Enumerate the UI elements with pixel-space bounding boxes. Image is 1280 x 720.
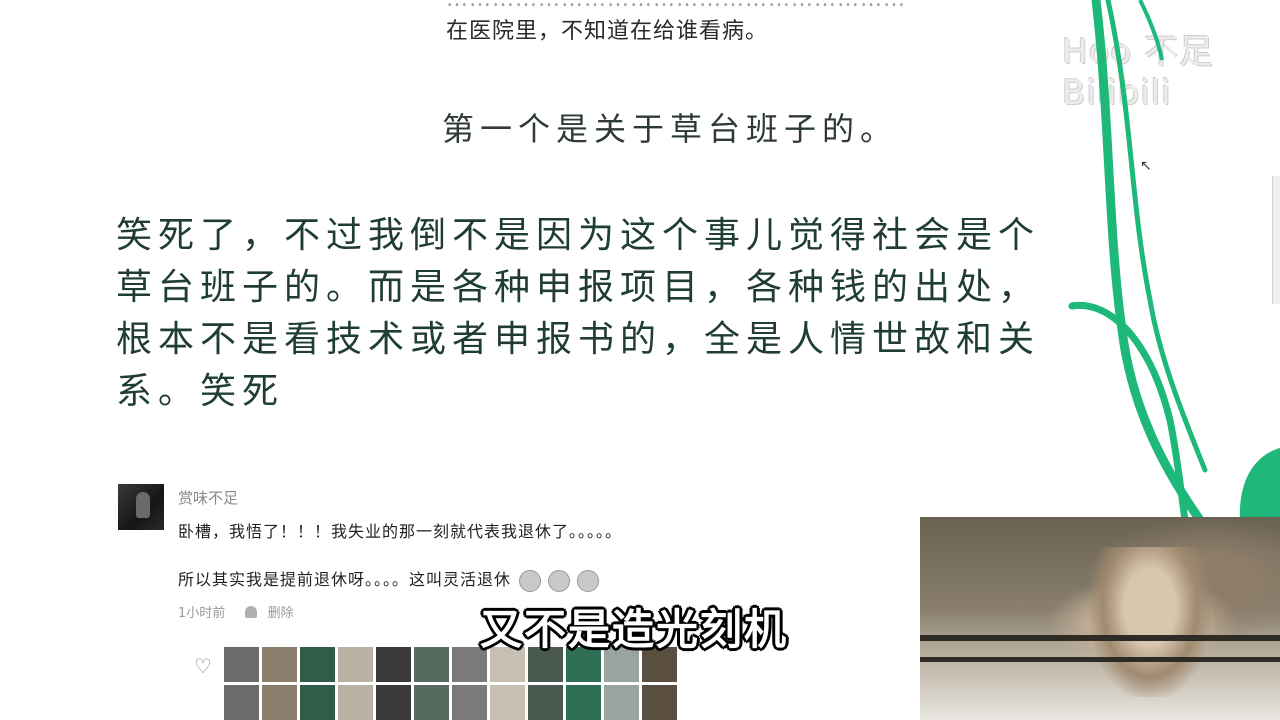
liker-avatar[interactable]	[414, 685, 449, 720]
delete-button[interactable]: 删除	[268, 606, 294, 621]
fence-rail	[920, 635, 1280, 641]
liker-avatar[interactable]	[262, 685, 297, 720]
scrollbar[interactable]	[1272, 176, 1280, 304]
liker-avatar[interactable]	[604, 685, 639, 720]
liker-avatar[interactable]	[224, 647, 259, 682]
liker-avatar[interactable]	[642, 685, 677, 720]
cat-emoji-icon	[577, 569, 600, 592]
heart-icon[interactable]: ♡	[194, 654, 212, 678]
liker-avatar[interactable]	[452, 685, 487, 720]
liker-avatar[interactable]	[300, 685, 335, 720]
comment-line-2-text: 所以其实我是提前退休呀。。。。这叫灵活退休	[178, 570, 512, 589]
fence-rail	[920, 657, 1280, 662]
comment-meta: 1小时前 删除	[178, 602, 294, 621]
avatar[interactable]	[118, 484, 164, 530]
liker-avatar[interactable]	[376, 685, 411, 720]
liker-avatar-grid	[224, 647, 677, 720]
liker-avatar[interactable]	[262, 647, 297, 682]
comment-line-2: 所以其实我是提前退休呀。。。。这叫灵活退休	[178, 566, 600, 592]
article-top-fragment: …………………………………………………… 在医院里，不知道在给谁看病。	[446, 0, 905, 44]
quote-text: 笑死了，不过我倒不是因为这个事儿觉得社会是个草台班子的。而是各种申报项目，各种钱…	[116, 215, 1041, 412]
comment-username[interactable]: 赏味不足	[178, 487, 238, 508]
comment-line-1: 卧槽，我悟了！！！我失业的那一刻就代表我退休了。。。。。	[178, 522, 623, 541]
liker-avatar[interactable]	[338, 647, 373, 682]
dog-image	[1090, 547, 1210, 697]
liker-avatar[interactable]	[300, 647, 335, 682]
watermark-logo: Hoo 不足 Bilibili	[1062, 32, 1214, 113]
emoji-group	[519, 569, 600, 592]
liker-avatar[interactable]	[490, 685, 525, 720]
comment-time: 1小时前	[178, 606, 226, 621]
liker-avatar[interactable]	[224, 685, 259, 720]
video-overlay[interactable]	[920, 517, 1280, 720]
cat-emoji-icon	[519, 569, 542, 592]
liker-avatar[interactable]	[376, 647, 411, 682]
liker-avatar[interactable]	[414, 647, 449, 682]
mouse-cursor-icon: ↖	[1140, 158, 1152, 174]
cat-emoji-icon	[548, 569, 571, 592]
liker-avatar[interactable]	[566, 685, 601, 720]
liker-avatar[interactable]	[528, 685, 563, 720]
liker-avatar[interactable]	[338, 685, 373, 720]
user-icon	[245, 606, 258, 618]
video-subtitle: 又不是造光刻机	[480, 605, 789, 654]
